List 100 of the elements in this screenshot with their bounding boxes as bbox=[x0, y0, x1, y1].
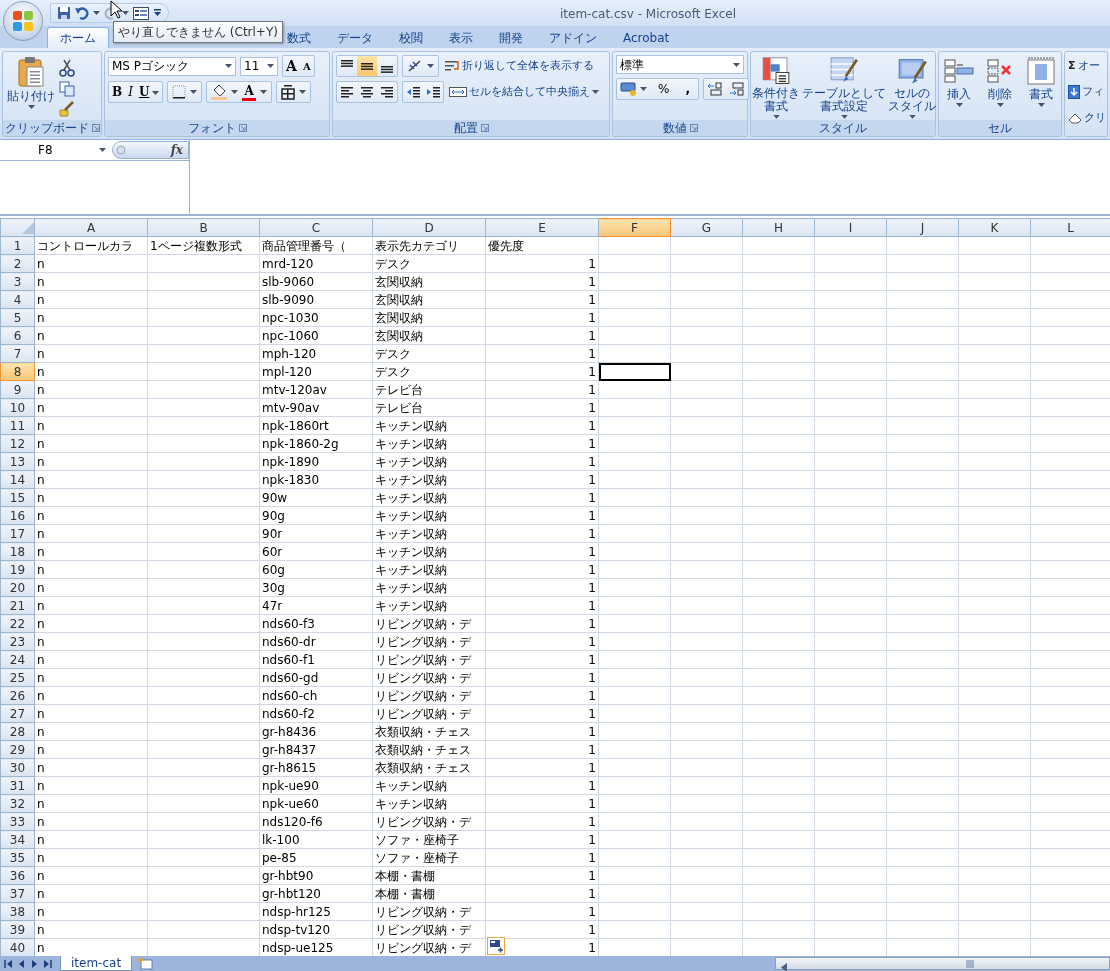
table-cell: 1 bbox=[485, 380, 599, 399]
caret-icon bbox=[1037, 103, 1045, 107]
column-header[interactable]: K bbox=[958, 218, 1031, 237]
copy-icon[interactable] bbox=[59, 81, 75, 97]
left-align-icon[interactable] bbox=[340, 85, 354, 99]
cells-button[interactable]: 書式 bbox=[1024, 55, 1058, 120]
column-header[interactable]: H bbox=[742, 218, 815, 237]
number-format-field[interactable]: 標準 bbox=[616, 55, 744, 74]
comma-button[interactable]: , bbox=[677, 79, 698, 99]
bold-button[interactable]: B bbox=[109, 82, 126, 102]
text-angle-icon[interactable] bbox=[407, 59, 423, 73]
column-header[interactable]: A bbox=[34, 218, 148, 237]
column-header[interactable]: L bbox=[1030, 218, 1110, 237]
column-header[interactable]: C bbox=[259, 218, 373, 237]
undo-icon[interactable] bbox=[75, 6, 89, 20]
center-align-icon[interactable] bbox=[360, 85, 374, 99]
cells-button[interactable]: 削除 bbox=[983, 55, 1017, 120]
ribbon-tab[interactable]: アドイン bbox=[536, 27, 610, 48]
last-sheet-icon[interactable] bbox=[43, 958, 52, 969]
group-label: フォント bbox=[187, 121, 236, 135]
paste-options-icon[interactable] bbox=[487, 937, 505, 955]
autosum-button[interactable]: Σ オー bbox=[1067, 55, 1107, 77]
caret-icon bbox=[225, 64, 232, 68]
phonetic-guide-icon[interactable] bbox=[280, 84, 295, 100]
shrink-font-button[interactable]: A bbox=[299, 56, 314, 76]
borders-icon[interactable] bbox=[172, 85, 187, 99]
ribbon-tab[interactable]: データ bbox=[324, 27, 386, 48]
font-color-button[interactable]: A bbox=[242, 83, 256, 101]
increase-decimal-icon[interactable] bbox=[706, 82, 723, 96]
column-header[interactable]: E bbox=[485, 218, 599, 237]
table-cell: npk-1860rt bbox=[259, 416, 373, 435]
ribbon-tab[interactable]: 表示 bbox=[436, 27, 486, 48]
style-gallery-button[interactable]: セルの スタイル bbox=[887, 55, 937, 120]
customize-caret-icon[interactable] bbox=[153, 9, 162, 17]
scroll-left-icon[interactable] bbox=[780, 963, 788, 971]
insert-sheet-icon[interactable] bbox=[136, 956, 155, 970]
style-gallery-button[interactable]: テーブルとして 書式設定 bbox=[801, 55, 887, 120]
insert-function-button[interactable]: fx bbox=[170, 141, 183, 159]
column-header[interactable]: G bbox=[670, 218, 743, 237]
table-cell: n bbox=[34, 848, 148, 867]
column-header[interactable]: F bbox=[598, 218, 671, 237]
horizontal-scrollbar[interactable] bbox=[775, 957, 1110, 970]
table-cell: npk-1890 bbox=[259, 452, 373, 471]
decrease-indent-icon[interactable] bbox=[406, 85, 420, 99]
active-cell[interactable] bbox=[598, 362, 671, 381]
table-cell: n bbox=[34, 308, 148, 327]
column-header[interactable]: D bbox=[372, 218, 486, 237]
wrap-text-button[interactable]: 折り返して全体を表示する bbox=[443, 55, 595, 77]
style-gallery-button[interactable]: 条件付き 書式 bbox=[751, 55, 801, 120]
dialog-launcher-icon[interactable] bbox=[689, 124, 698, 132]
table-cell: n bbox=[34, 650, 148, 669]
table-cell: 1 bbox=[485, 596, 599, 615]
dialog-launcher-icon[interactable] bbox=[238, 124, 247, 132]
merge-center-button[interactable]: セルを結合して中央揃え bbox=[448, 81, 600, 103]
ribbon-tab[interactable]: Acrobat bbox=[610, 27, 683, 48]
save-icon[interactable] bbox=[57, 6, 71, 20]
table-cell: n bbox=[34, 254, 148, 273]
column-header[interactable]: B bbox=[147, 218, 260, 237]
ribbon-tab[interactable]: 開発 bbox=[486, 27, 536, 48]
group-label: クリップボード bbox=[4, 121, 89, 135]
fill-bucket-icon[interactable] bbox=[211, 84, 228, 100]
column-header[interactable]: I bbox=[814, 218, 887, 237]
table-cell: n bbox=[34, 542, 148, 561]
table-cell: n bbox=[34, 578, 148, 597]
clear-button[interactable]: クリ bbox=[1067, 107, 1107, 129]
column-header[interactable]: J bbox=[886, 218, 959, 237]
form-icon[interactable] bbox=[133, 6, 149, 20]
scissors-icon[interactable] bbox=[59, 59, 75, 77]
table-cell: n bbox=[34, 740, 148, 759]
table-cell: 1 bbox=[485, 776, 599, 795]
dialog-launcher-icon[interactable] bbox=[480, 124, 489, 132]
cells-button[interactable]: 挿入 bbox=[942, 55, 976, 120]
currency-icon[interactable] bbox=[620, 82, 638, 96]
resize-grip-icon[interactable] bbox=[116, 145, 126, 155]
fill-button[interactable]: フィ bbox=[1067, 81, 1107, 103]
font-name-field[interactable]: MS Pゴシック bbox=[108, 56, 236, 76]
dialog-launcher-icon[interactable] bbox=[91, 124, 100, 132]
decrease-decimal-icon[interactable] bbox=[728, 82, 745, 96]
table-cell: 60r bbox=[259, 542, 373, 561]
grow-font-button[interactable]: A bbox=[283, 56, 300, 76]
paste-button[interactable]: 貼り付け bbox=[6, 55, 56, 120]
right-align-icon[interactable] bbox=[380, 85, 394, 99]
previous-sheet-icon[interactable] bbox=[17, 958, 26, 969]
next-sheet-icon[interactable] bbox=[30, 958, 39, 969]
percent-button[interactable]: % bbox=[650, 79, 678, 99]
ribbon-tab[interactable]: ホーム bbox=[47, 27, 109, 48]
group-label: 数値 bbox=[662, 121, 687, 135]
italic-button[interactable]: I bbox=[125, 82, 136, 102]
first-sheet-icon[interactable] bbox=[4, 958, 13, 969]
font-size-field[interactable]: 11 bbox=[240, 56, 278, 76]
paintbrush-icon[interactable] bbox=[59, 101, 75, 117]
increase-indent-icon[interactable] bbox=[426, 85, 440, 99]
underline-button[interactable]: U bbox=[135, 82, 153, 102]
table-cell: 衣類収納・チェス bbox=[372, 722, 486, 741]
office-button[interactable] bbox=[3, 1, 43, 41]
sheet-tab[interactable]: item-cat bbox=[60, 956, 133, 971]
ribbon-tab[interactable]: 校閲 bbox=[386, 27, 436, 48]
format-cells-icon bbox=[1025, 56, 1057, 86]
office-logo-icon bbox=[11, 9, 35, 33]
caret-icon bbox=[259, 90, 267, 94]
